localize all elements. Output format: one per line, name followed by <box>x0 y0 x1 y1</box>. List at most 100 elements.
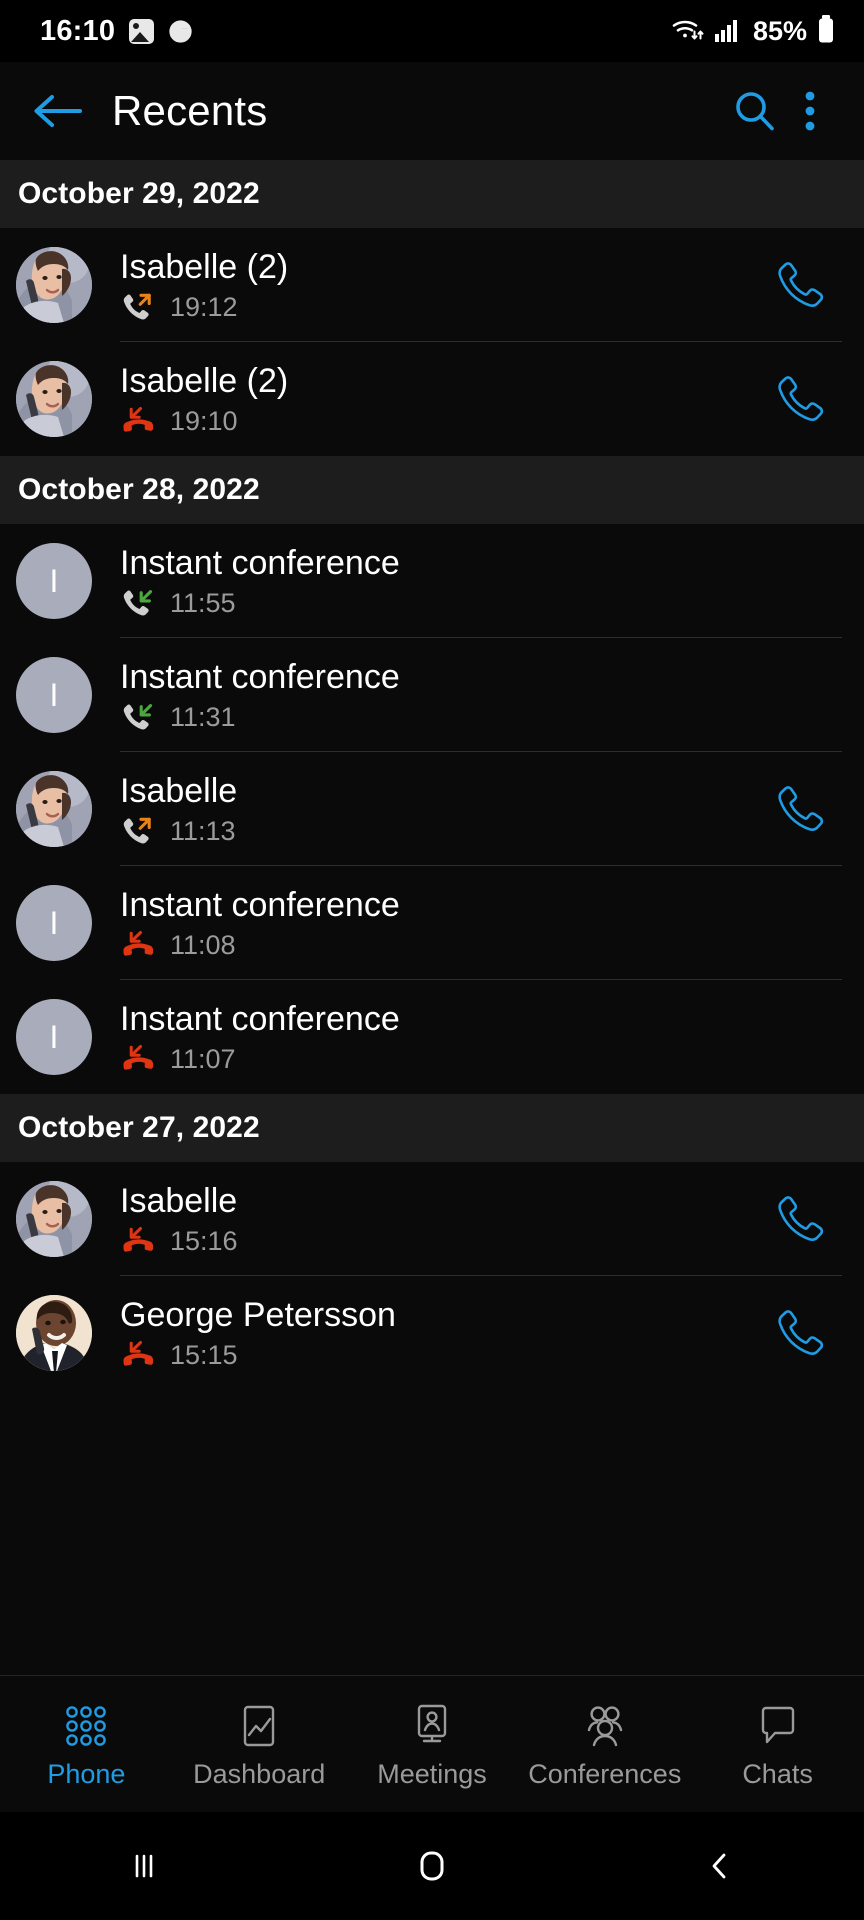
call-button[interactable] <box>764 1182 838 1256</box>
call-meta: 15:15 <box>120 1339 764 1373</box>
call-meta: 11:31 <box>120 701 764 735</box>
outgoing-call-icon <box>123 817 151 844</box>
call-time: 19:10 <box>170 406 238 437</box>
system-navigation-bar <box>0 1812 864 1920</box>
nav-item-conferences[interactable]: Conferences <box>518 1676 691 1812</box>
call-row-body: Isabelle 11:13 <box>120 750 764 868</box>
speech-bubble-icon <box>761 1706 794 1743</box>
status-bar-left: 16:10 <box>40 15 193 48</box>
nav-item-phone[interactable]: Phone <box>0 1676 173 1812</box>
contact-name: Isabelle <box>120 773 238 811</box>
avatar[interactable] <box>16 1181 92 1257</box>
home-icon <box>420 1851 444 1881</box>
call-row-body: Instant conference 11:31 <box>120 636 764 754</box>
dialpad-icon <box>66 1705 107 1746</box>
chart-icon <box>243 1705 275 1746</box>
person-monitor-icon <box>417 1704 447 1742</box>
call-log-row[interactable]: Isabelle (2) 19:10 <box>0 342 864 456</box>
call-time: 19:12 <box>170 292 238 323</box>
avatar[interactable]: I <box>16 657 92 733</box>
back-button[interactable] <box>26 79 90 143</box>
call-log-row[interactable]: I Instant conference 11:08 <box>0 866 864 980</box>
call-meta: 15:16 <box>120 1225 764 1259</box>
call-button[interactable] <box>764 1296 838 1370</box>
status-bar: 16:10 85% <box>0 0 864 62</box>
arrow-left-icon <box>34 95 82 127</box>
call-time: 11:07 <box>170 1044 236 1075</box>
search-button[interactable] <box>724 80 786 142</box>
missed-call-icon <box>123 930 154 956</box>
recents-button[interactable] <box>0 1812 288 1920</box>
app-badge-icon <box>168 19 193 44</box>
incoming-call-icon <box>123 589 153 616</box>
nav-item-meetings[interactable]: Meetings <box>346 1676 519 1812</box>
avatar[interactable]: I <box>16 885 92 961</box>
nav-item-label: Meetings <box>377 1758 487 1789</box>
nav-item-label: Chats <box>742 1758 813 1789</box>
speech-bubble-icon <box>753 1701 803 1751</box>
call-log-row[interactable]: George Petersson 15:15 <box>0 1276 864 1390</box>
avatar-initial: I <box>49 563 59 599</box>
call-row-body: Instant conference 11:55 <box>120 522 764 640</box>
date-header-label: October 27, 2022 <box>18 1111 260 1144</box>
avatar-initial: I <box>49 905 59 941</box>
call-log-row[interactable]: Isabelle 15:16 <box>0 1162 864 1276</box>
call-log-row[interactable]: Isabelle (2) 19:12 <box>0 228 864 342</box>
call-meta: 11:08 <box>120 929 764 963</box>
call-row-body: Isabelle (2) 19:12 <box>120 226 764 344</box>
contact-name: Isabelle <box>120 1183 238 1221</box>
status-bar-clock: 16:10 <box>40 14 116 47</box>
date-header: October 29, 2022 <box>0 160 864 228</box>
search-icon <box>736 92 774 131</box>
nav-item-chats[interactable]: Chats <box>691 1676 864 1812</box>
back-button-system[interactable] <box>576 1812 864 1920</box>
contact-name: Instant conference <box>120 545 400 583</box>
chart-icon <box>234 1701 284 1751</box>
contact-photo <box>16 361 92 437</box>
page-title: Recents <box>112 87 268 134</box>
contact-name: Instant conference <box>120 659 400 697</box>
call-time: 11:31 <box>170 702 236 733</box>
call-meta: 11:55 <box>120 587 764 621</box>
call-log-row[interactable]: Isabelle 11:13 <box>0 752 864 866</box>
nav-item-dashboard[interactable]: Dashboard <box>173 1676 346 1812</box>
call-log-row[interactable]: I Instant conference 11:07 <box>0 980 864 1094</box>
date-header-label: October 28, 2022 <box>18 473 260 506</box>
call-button[interactable] <box>764 248 838 322</box>
dialpad-icon <box>61 1701 111 1751</box>
overflow-menu-button[interactable] <box>786 80 834 142</box>
call-row-body: Instant conference 11:08 <box>120 864 764 982</box>
cellular-signal-icon <box>714 15 740 48</box>
call-log-row[interactable]: I Instant conference 11:55 <box>0 524 864 638</box>
call-meta: 11:13 <box>120 815 764 849</box>
avatar-initial: I <box>49 677 59 713</box>
person-monitor-icon <box>407 1701 457 1751</box>
avatar[interactable]: I <box>16 999 92 1075</box>
avatar[interactable] <box>16 361 92 437</box>
call-icon <box>778 1196 824 1242</box>
contact-name: Isabelle (2) <box>120 249 289 287</box>
call-time: 15:16 <box>170 1226 238 1257</box>
avatar[interactable] <box>16 771 92 847</box>
call-meta: 19:12 <box>120 291 764 325</box>
avatar[interactable] <box>16 247 92 323</box>
back-chevron-icon <box>712 1853 726 1879</box>
call-time: 15:15 <box>170 1340 238 1371</box>
people-group-icon <box>580 1701 630 1751</box>
avatar[interactable] <box>16 1295 92 1371</box>
home-button[interactable] <box>288 1812 576 1920</box>
contact-photo <box>16 771 92 847</box>
people-group-icon <box>587 1705 622 1746</box>
call-time: 11:13 <box>170 816 236 847</box>
call-button[interactable] <box>764 362 838 436</box>
avatar[interactable]: I <box>16 543 92 619</box>
recents-call-list[interactable]: October 29, 2022 Isabelle (2) 19:12 Isabell… <box>0 160 864 1675</box>
call-log-row[interactable]: I Instant conference 11:31 <box>0 638 864 752</box>
call-icon <box>778 262 824 308</box>
call-row-body: Instant conference 11:07 <box>120 978 764 1096</box>
incoming-call-icon <box>123 703 153 730</box>
outgoing-call-icon <box>123 293 151 320</box>
call-row-body: Isabelle (2) 19:10 <box>120 340 764 458</box>
date-header-label: October 29, 2022 <box>18 177 260 210</box>
call-button[interactable] <box>764 772 838 846</box>
